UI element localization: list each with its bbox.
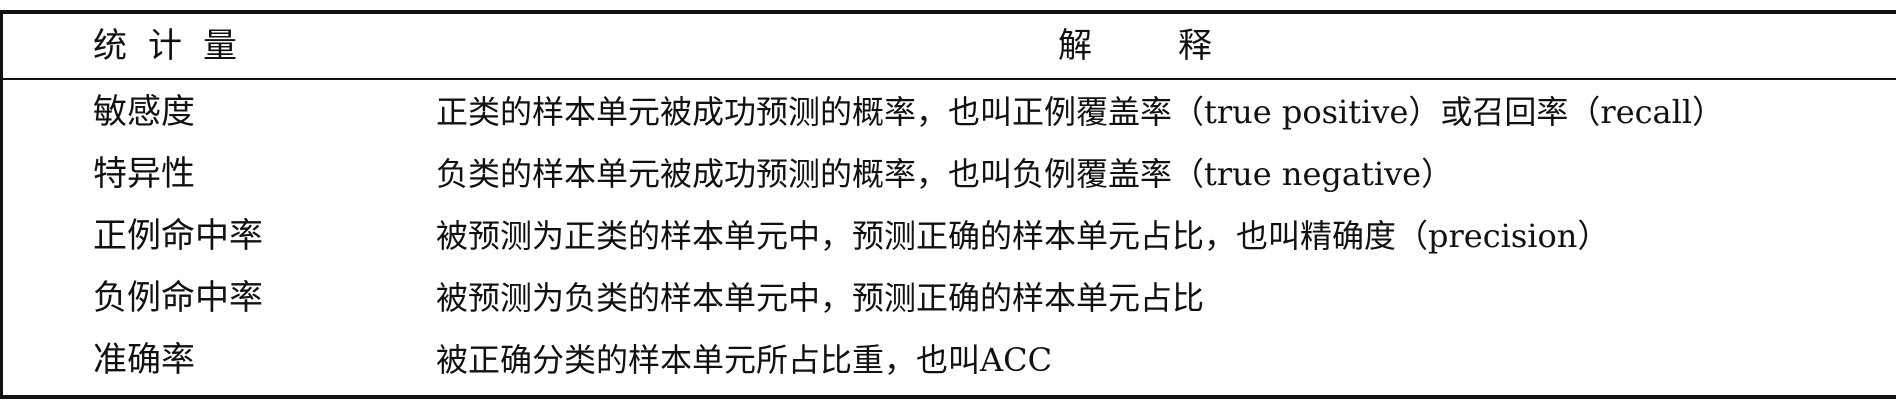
- header-explanation: 解释: [1058, 26, 1298, 66]
- table-header-row: 统计量 解释: [0, 14, 1896, 78]
- explanation-cell: 被正确分类的样本单元所占比重，也叫ACC: [436, 341, 1053, 379]
- explanation-cell: 正类的样本单元被成功预测的概率，也叫正例覆盖率（true positive）或召…: [436, 93, 1725, 131]
- table-row: 敏感度 正类的样本单元被成功预测的概率，也叫正例覆盖率（true positiv…: [0, 82, 1896, 144]
- statistic-cell: 负例命中率: [93, 278, 263, 318]
- table-body: 敏感度 正类的样本单元被成功预测的概率，也叫正例覆盖率（true positiv…: [0, 82, 1896, 392]
- table-row: 负例命中率 被预测为负类的样本单元中，预测正确的样本单元占比: [0, 268, 1896, 330]
- table-bottom-rule: [0, 395, 1896, 399]
- table-row: 准确率 被正确分类的样本单元所占比重，也叫ACC: [0, 330, 1896, 392]
- table-row: 特异性 负类的样本单元被成功预测的概率，也叫负例覆盖率（true negativ…: [0, 144, 1896, 206]
- table-header-rule: [0, 78, 1896, 80]
- explanation-cell: 被预测为负类的样本单元中，预测正确的样本单元占比: [436, 279, 1205, 317]
- table-row: 正例命中率 被预测为正类的样本单元中，预测正确的样本单元占比，也叫精确度（pre…: [0, 206, 1896, 268]
- header-statistic: 统计量: [93, 26, 258, 66]
- statistic-cell: 准确率: [93, 340, 195, 380]
- statistic-cell: 敏感度: [93, 92, 195, 132]
- statistic-cell: 正例命中率: [93, 216, 263, 256]
- explanation-cell: 被预测为正类的样本单元中，预测正确的样本单元占比，也叫精确度（precision…: [436, 217, 1610, 255]
- statistic-cell: 特异性: [93, 154, 195, 194]
- statistics-table: 统计量 解释 敏感度 正类的样本单元被成功预测的概率，也叫正例覆盖率（true …: [0, 0, 1896, 407]
- explanation-cell: 负类的样本单元被成功预测的概率，也叫负例覆盖率（true negative）: [436, 155, 1454, 193]
